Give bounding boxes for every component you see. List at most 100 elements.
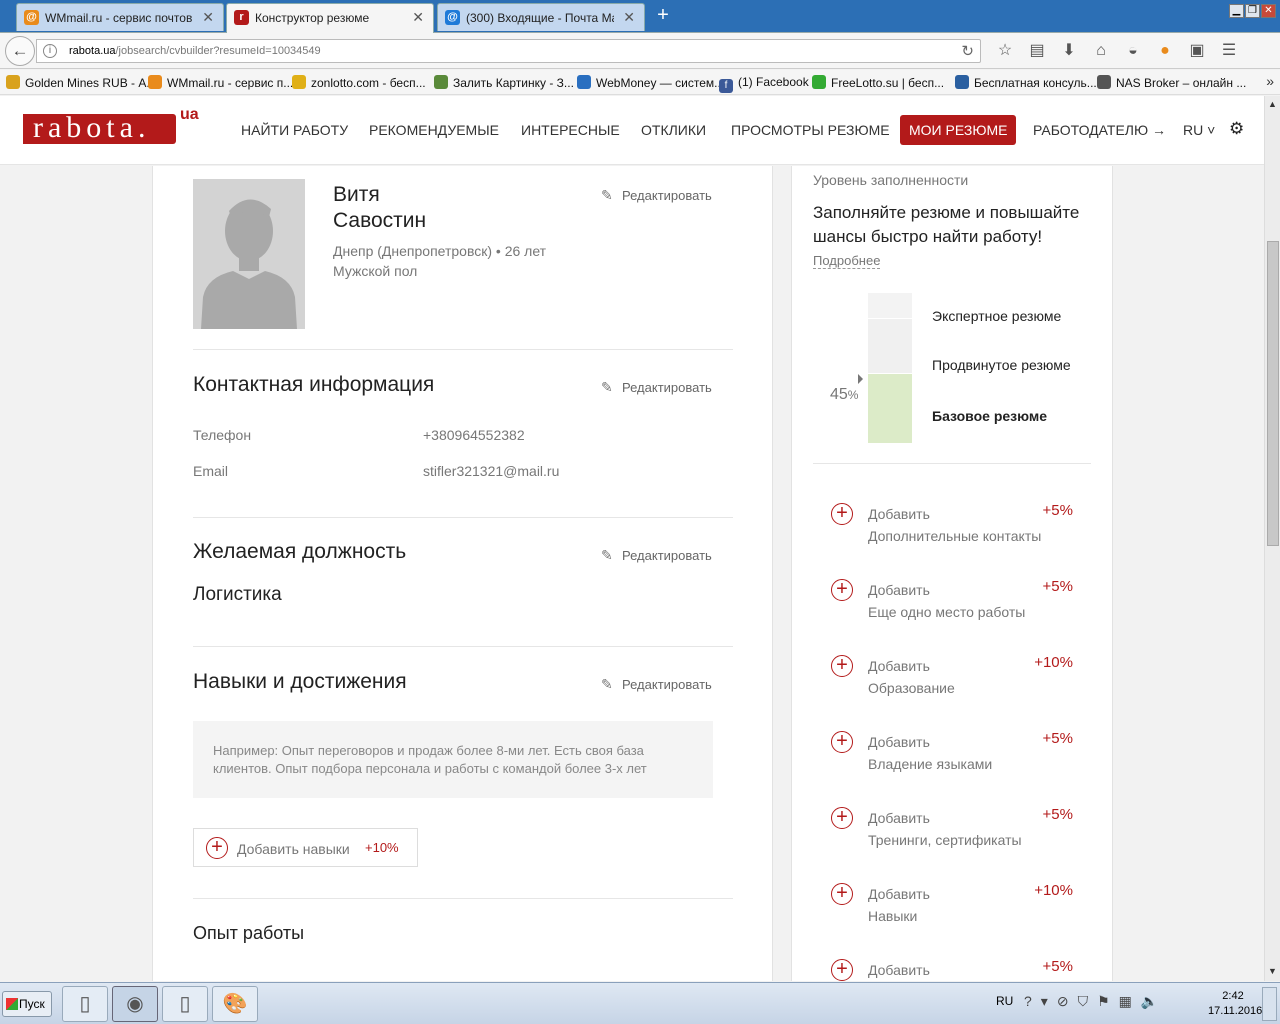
experience-item-cut: ▁ ▁▁▁▁▁▁▁▁▁▁	[193, 972, 343, 981]
gear-icon[interactable]: ⚙	[1229, 119, 1244, 139]
home-icon[interactable]: ⌂	[1091, 41, 1111, 61]
new-tab-button[interactable]: +	[652, 5, 674, 27]
nav-employer[interactable]: РАБОТОДАТЕЛЮ →	[1033, 122, 1166, 138]
bookmark-item[interactable]: Залить Картинку - З...	[434, 75, 574, 90]
edit-personal-button[interactable]: ✎ Редактировать	[601, 187, 712, 204]
shield-icon[interactable]: ⛉	[1078, 993, 1098, 1009]
tab-rabota[interactable]: r Конструктор резюме ✕	[226, 3, 434, 33]
antivirus-icon[interactable]: ⊘	[1057, 993, 1078, 1009]
scroll-up-icon[interactable]: ▲	[1268, 99, 1277, 109]
edit-contacts-button[interactable]: ✎ Редактировать	[601, 379, 712, 396]
mailru-icon: @	[445, 10, 460, 25]
minimize-button[interactable]: ▁	[1229, 4, 1244, 18]
pencil-icon: ✎	[601, 547, 613, 563]
tab-mail[interactable]: @ (300) Входящие - Почта Mail... ✕	[437, 3, 645, 31]
back-button[interactable]: ←	[5, 36, 35, 66]
bookmark-icon	[6, 75, 20, 89]
download-icon[interactable]: ⬇	[1059, 41, 1079, 61]
add-extra-contacts[interactable]: + Добавить Дополнительные контакты +5%	[831, 497, 1081, 557]
add-skills-button[interactable]: + Добавить навыки +10%	[193, 828, 418, 867]
candidate-gender: Мужской пол	[333, 263, 418, 279]
edit-position-button[interactable]: ✎ Редактировать	[601, 547, 712, 564]
taskbar-file-icon[interactable]: ▯	[162, 986, 208, 1022]
bookmark-item[interactable]: NAS Broker – онлайн ...	[1097, 75, 1246, 90]
rabota-icon: r	[234, 10, 249, 25]
site-logo[interactable]: rabota.	[23, 113, 176, 144]
clock[interactable]: 2:42 17.11.2016	[1208, 989, 1262, 1019]
scroll-down-icon[interactable]: ▼	[1268, 966, 1277, 976]
add-trainings[interactable]: + Добавить Тренинги, сертификаты +5%	[831, 801, 1081, 861]
volume-icon[interactable]: 🔈	[1141, 993, 1167, 1009]
candidate-name: Витя Савостин	[333, 183, 427, 232]
firefox-icon[interactable]: ◉	[112, 986, 158, 1022]
nav-recommended[interactable]: РЕКОМЕНДУЕМЫЕ	[369, 122, 499, 138]
tray-arrow-icon[interactable]: ▾	[1041, 993, 1057, 1009]
close-icon[interactable]: ✕	[623, 9, 635, 26]
bookmark-item[interactable]: Golden Mines RUB - А...	[6, 75, 156, 90]
flag-icon[interactable]: ⚑	[1097, 993, 1119, 1009]
close-icon[interactable]: ✕	[412, 9, 424, 26]
skills-hint: Например: Опыт переговоров и продаж боле…	[193, 721, 713, 798]
help-icon[interactable]: ?	[1024, 993, 1041, 1009]
bar-segment-basic	[868, 374, 912, 443]
bookmark-item[interactable]: FreeLotto.su | бесп...	[812, 75, 944, 90]
add-workplace[interactable]: + Добавить Еще одно место работы +5%	[831, 573, 1081, 633]
reading-list-icon[interactable]: ▤	[1027, 41, 1047, 61]
bookmark-item[interactable]: WMmail.ru - сервис п...	[148, 75, 293, 90]
url-bar[interactable]: i rabota.ua/jobsearch/cvbuilder?resumeId…	[36, 39, 981, 63]
resume-card: Витя Савостин Днепр (Днепропетровск) • 26…	[152, 166, 773, 981]
pocket-icon[interactable]: ◒	[1123, 41, 1143, 61]
nav-find-job[interactable]: НАЙТИ РАБОТУ	[241, 122, 348, 138]
tray-icons: ?▾⊘⛉⚑▦🔈	[1024, 993, 1167, 1010]
page-content: rabota. ua НАЙТИ РАБОТУ РЕКОМЕНДУЕМЫЕ ИН…	[0, 96, 1264, 981]
reload-icon[interactable]: ↻	[961, 42, 974, 60]
completeness-headline: Заполняйте резюме и повышайте шансы быст…	[813, 203, 1080, 246]
add-languages[interactable]: + Добавить Владение языками +5%	[831, 725, 1081, 785]
bookmark-item[interactable]: zonlotto.com - бесп...	[292, 75, 426, 90]
nav-interesting[interactable]: ИНТЕРЕСНЫЕ	[521, 122, 620, 138]
bookmark-icon	[1097, 75, 1111, 89]
nav-responses[interactable]: ОТКЛИКИ	[641, 122, 706, 138]
paint-icon[interactable]: 🎨	[212, 986, 258, 1022]
add-education[interactable]: + Добавить Образование +10%	[831, 649, 1081, 709]
addon-icon[interactable]: ▣	[1187, 41, 1207, 61]
chevron-more-icon[interactable]: »	[1266, 73, 1274, 89]
maximize-button[interactable]: ❐	[1245, 4, 1260, 18]
language-indicator[interactable]: RU	[996, 994, 1013, 1008]
divider	[193, 898, 733, 899]
taskbar-file-icon[interactable]: ▯	[62, 986, 108, 1022]
extension-icon[interactable]: ●	[1155, 41, 1175, 61]
scroll-thumb[interactable]	[1267, 241, 1279, 546]
avatar[interactable]	[193, 179, 305, 329]
close-window-button[interactable]: ✕	[1261, 4, 1276, 18]
nav-my-resumes[interactable]: МОИ РЕЗЮМЕ	[900, 115, 1017, 145]
edit-skills-button[interactable]: ✎ Редактировать	[601, 676, 712, 693]
menu-icon[interactable]: ☰	[1219, 41, 1239, 61]
network-icon[interactable]: ▦	[1119, 993, 1141, 1009]
plus-circle-icon: +	[831, 503, 853, 525]
nav-resume-views[interactable]: ПРОСМОТРЫ РЕЗЮМЕ	[731, 122, 890, 138]
vertical-scrollbar[interactable]: ▲ ▼	[1264, 96, 1280, 981]
add-more[interactable]: + Добавить +5%	[831, 953, 1081, 981]
divider	[193, 349, 733, 350]
star-icon[interactable]: ☆	[995, 41, 1015, 61]
plus-circle-icon: +	[831, 807, 853, 829]
experience-title: Опыт работы	[193, 923, 305, 943]
info-icon[interactable]: i	[43, 44, 57, 58]
language-select[interactable]: RU ˅	[1183, 122, 1215, 138]
more-link[interactable]: Подробнее	[813, 253, 881, 269]
add-skills[interactable]: + Добавить Навыки +10%	[831, 877, 1081, 937]
toolbar-icons: ☆ ▤ ⬇ ⌂ ◒ ● ▣ ☰	[995, 41, 1251, 61]
start-button[interactable]: Пуск	[2, 991, 52, 1017]
bookmark-item[interactable]: WebMoney — систем...	[577, 75, 724, 90]
bookmark-icon	[434, 75, 448, 89]
browser-toolbar: ← i rabota.ua/jobsearch/cvbuilder?resume…	[0, 33, 1280, 69]
bookmark-item[interactable]: f (1) Facebook	[719, 75, 809, 93]
close-icon[interactable]: ✕	[202, 9, 214, 26]
show-desktop-button[interactable]	[1262, 987, 1277, 1021]
window-controls: ▁ ❐ ✕	[1228, 1, 1276, 18]
bookmark-icon	[577, 75, 591, 89]
bookmark-item[interactable]: Бесплатная консуль...	[955, 75, 1097, 90]
tab-wmmail[interactable]: @ WMmail.ru - сервис почтовы... ✕	[16, 3, 224, 31]
percent-marker-icon	[858, 374, 863, 384]
